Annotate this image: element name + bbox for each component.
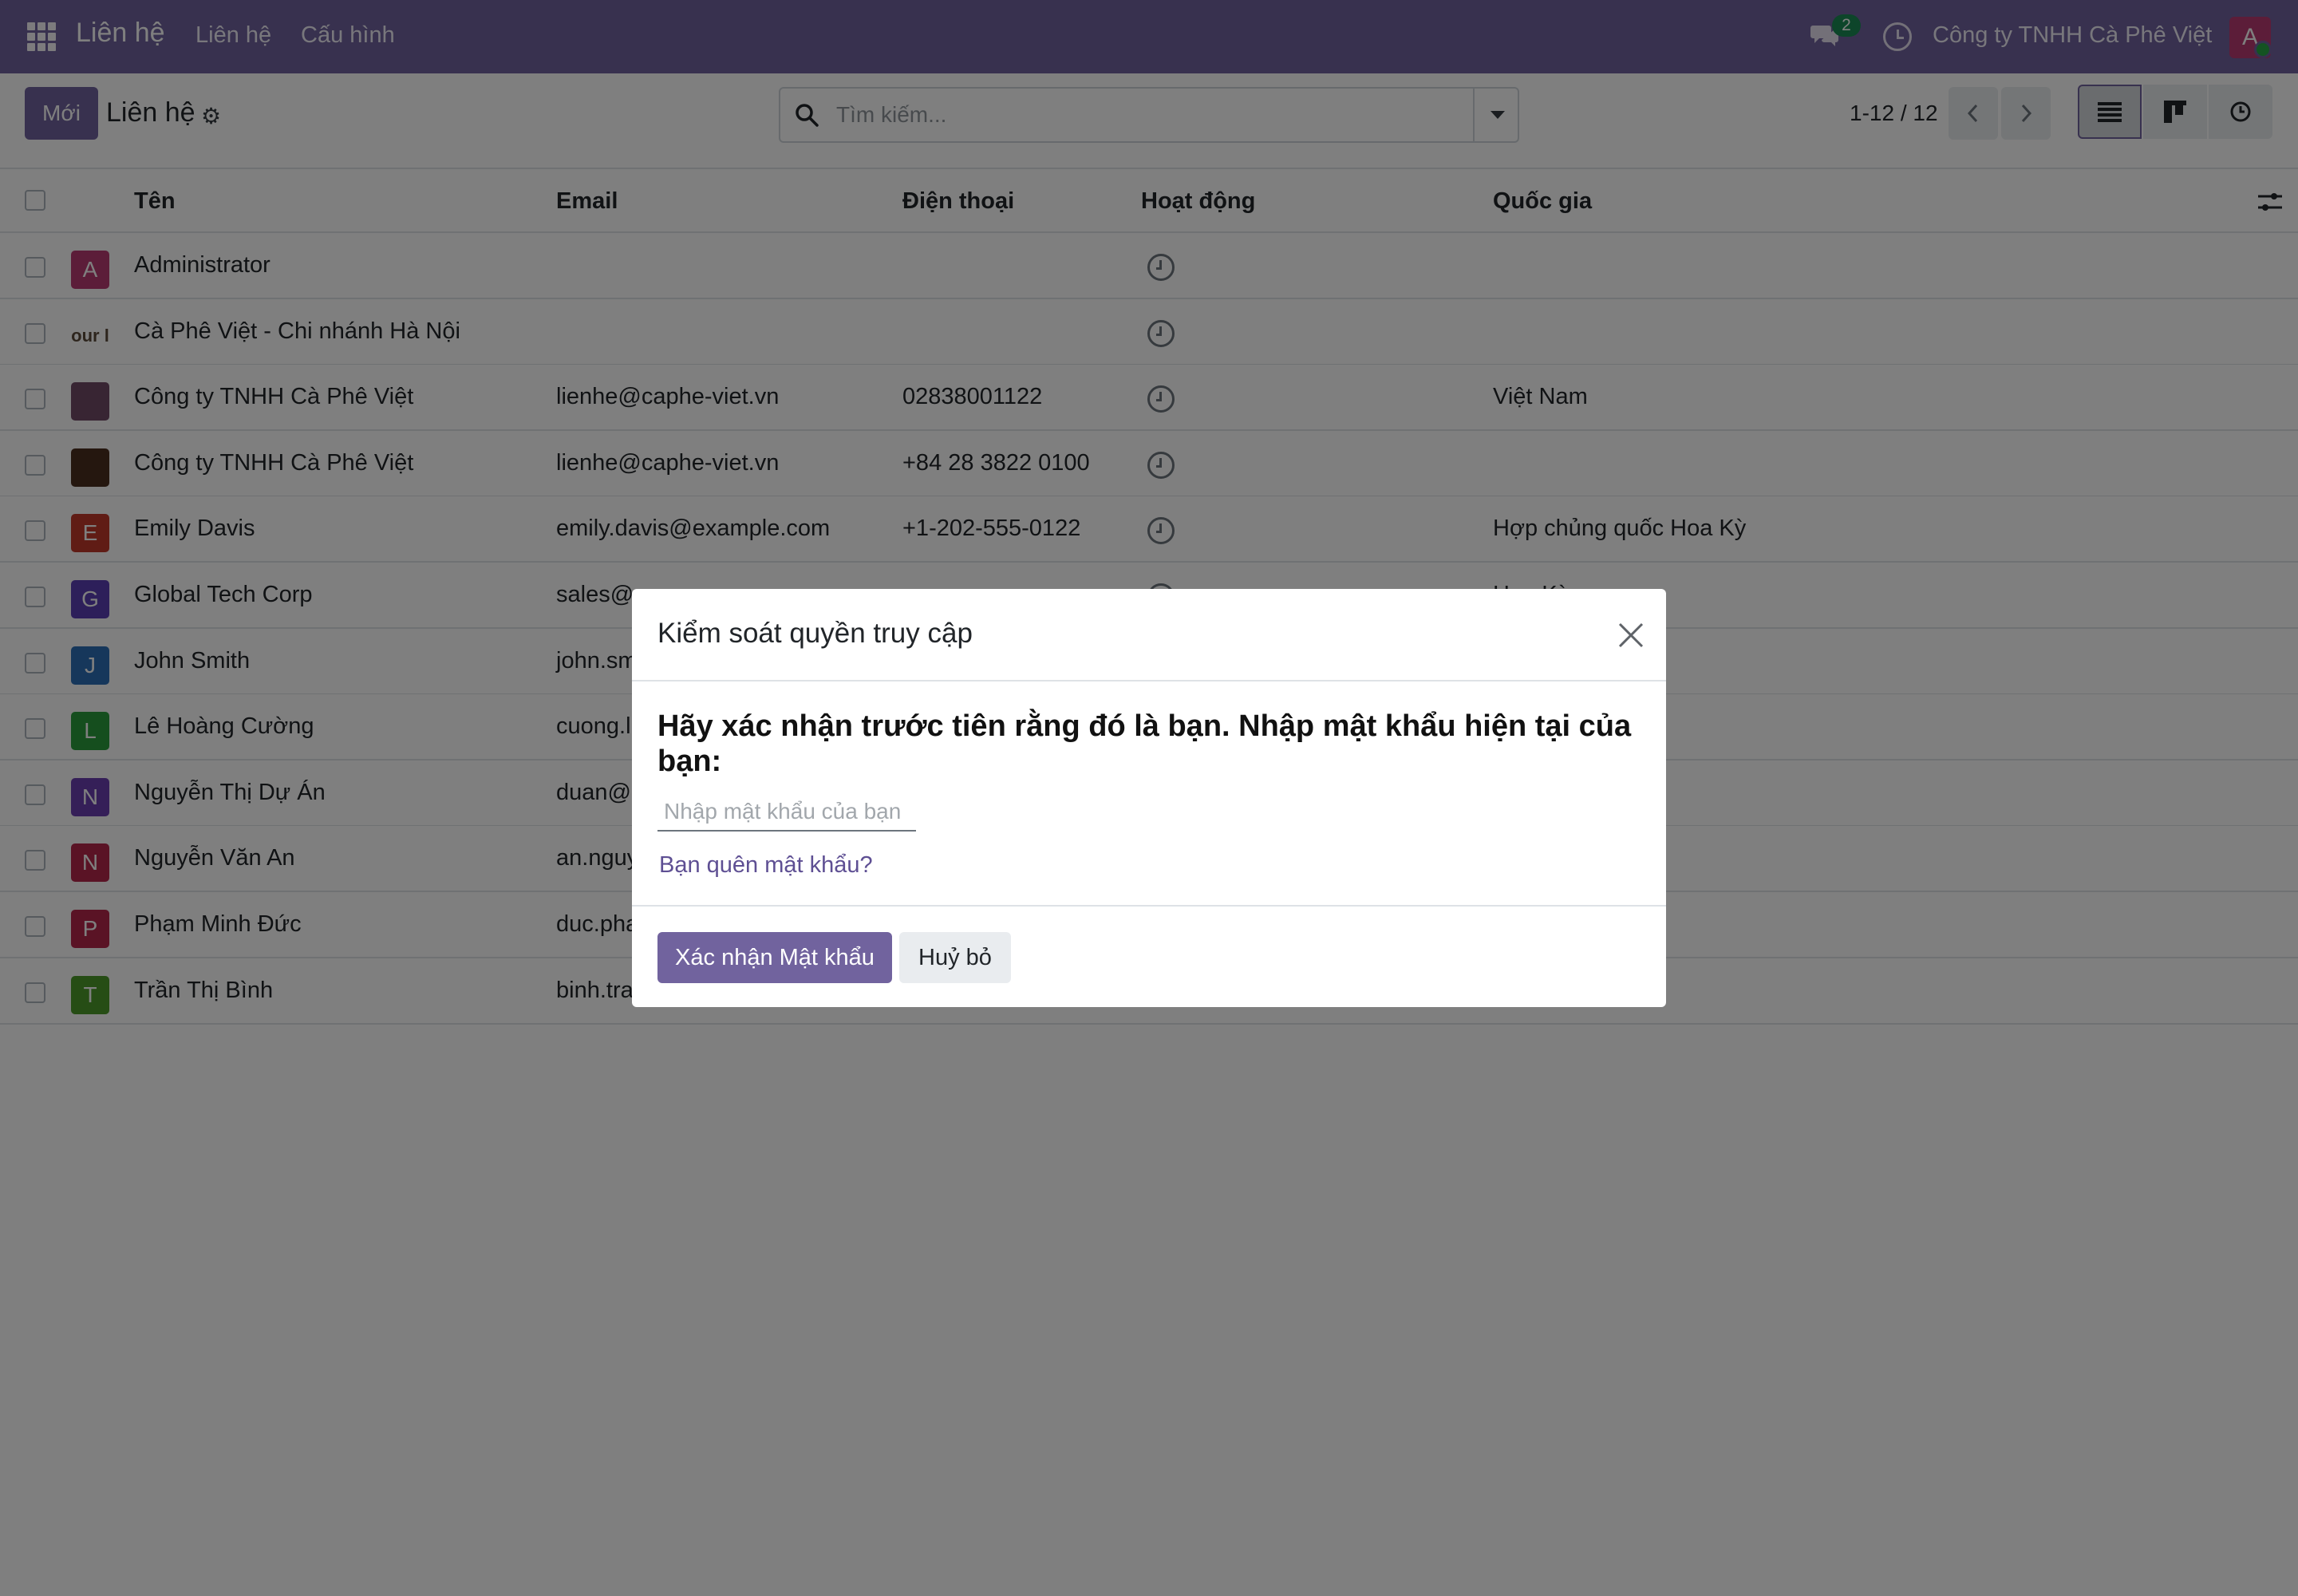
dialog-instruction: Hãy xác nhận trước tiên rằng đó là bạn. … xyxy=(657,709,1632,778)
dialog-header: Kiểm soát quyền truy cập xyxy=(632,589,1666,681)
confirm-password-button[interactable]: Xác nhận Mật khẩu xyxy=(657,932,892,983)
cancel-button[interactable]: Huỷ bỏ xyxy=(899,932,1011,983)
forgot-password-link[interactable]: Bạn quên mật khẩu? xyxy=(659,852,873,879)
dialog-body: Hãy xác nhận trước tiên rằng đó là bạn. … xyxy=(632,681,1666,905)
access-control-dialog: Kiểm soát quyền truy cập Hãy xác nhận tr… xyxy=(632,589,1666,1007)
dialog-footer: Xác nhận Mật khẩu Huỷ bỏ xyxy=(632,905,1666,1007)
close-icon[interactable] xyxy=(1615,619,1647,651)
dialog-title: Kiểm soát quyền truy cập xyxy=(657,618,973,649)
password-field[interactable] xyxy=(657,793,916,832)
